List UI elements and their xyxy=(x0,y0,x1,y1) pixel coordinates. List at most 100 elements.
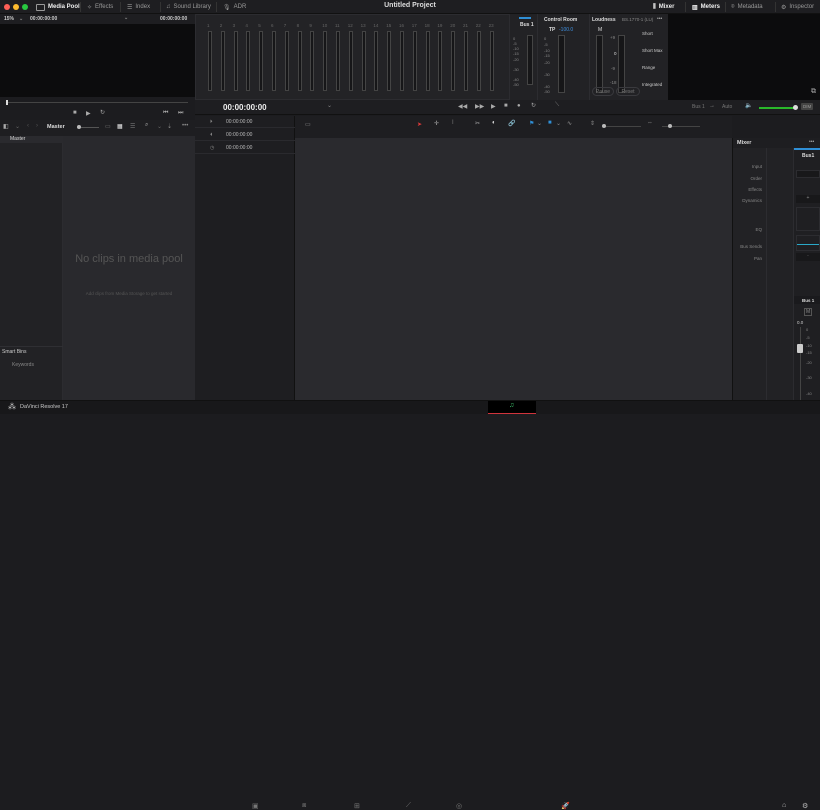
track-view-icon[interactable]: ▭ xyxy=(305,121,311,128)
chevron-down-icon[interactable]: ⌄ xyxy=(537,120,542,127)
automation-icon[interactable]: ⟍ xyxy=(555,102,559,109)
page-cut-icon[interactable]: ⧈ xyxy=(302,802,306,810)
page-fusion-icon[interactable]: ⟋ xyxy=(406,802,411,810)
smart-bin-keywords[interactable]: Keywords xyxy=(12,362,34,368)
effects-button[interactable]: ✧ Effects xyxy=(87,2,113,12)
fast-forward-button[interactable]: ▶▶ xyxy=(475,103,484,110)
vertical-zoom-slider[interactable] xyxy=(603,126,641,127)
mute-icon[interactable]: M xyxy=(804,308,813,316)
stop-button[interactable]: ■ xyxy=(504,103,508,109)
metadata-button[interactable]: ⌾ Metadata xyxy=(731,2,763,12)
back-button[interactable]: ‹ xyxy=(27,123,29,129)
fader-handle[interactable] xyxy=(797,344,803,353)
pointer-tool-icon[interactable]: ➤ xyxy=(417,121,422,128)
thumbnail-view-icon[interactable]: ▦ xyxy=(117,123,123,130)
label: Inspector xyxy=(789,4,815,10)
edit-tool-icon[interactable]: I xyxy=(452,120,454,126)
pause-button[interactable]: Pause xyxy=(592,87,614,96)
slider-handle[interactable] xyxy=(77,125,81,129)
automation-mode[interactable]: Auto xyxy=(722,104,732,110)
rewind-button[interactable]: ◀◀ xyxy=(458,103,467,110)
settings-icon[interactable]: ⚙ xyxy=(802,802,808,810)
channel-meter xyxy=(259,31,264,91)
chevron-down-icon[interactable]: ⌄ xyxy=(556,120,561,127)
chevron-down-icon[interactable]: ⌄ xyxy=(157,123,162,130)
play-button[interactable]: ▶ xyxy=(491,103,496,110)
input-slot[interactable] xyxy=(796,170,820,178)
timeline-tracks[interactable] xyxy=(295,138,732,400)
clip-dropdown[interactable]: ⌄ xyxy=(124,15,128,21)
dynamics-graph[interactable] xyxy=(796,207,820,231)
page-edit-icon[interactable]: ⊞ xyxy=(354,802,360,810)
prev-clip-button[interactable]: ⏮ xyxy=(163,110,168,117)
chevron-down-icon[interactable]: ⌄ xyxy=(15,123,20,130)
bus-output[interactable]: Bus 1 xyxy=(692,104,705,110)
horizontal-zoom-icon[interactable]: ⇔ xyxy=(647,120,653,126)
waveform-icon[interactable]: ∿ xyxy=(567,120,572,127)
page-fairlight-tab[interactable]: ♫ xyxy=(488,401,536,414)
link-icon[interactable]: 🔗 xyxy=(508,120,515,127)
scale-label: -18 xyxy=(610,80,617,85)
channel-meter xyxy=(272,31,276,91)
scale-label: 0 xyxy=(806,327,809,332)
mixer-label: Effects xyxy=(748,187,762,192)
sidebar-toggle-icon[interactable]: ◧ xyxy=(3,123,9,130)
record-button[interactable]: ● xyxy=(517,103,521,109)
slider-handle[interactable] xyxy=(668,124,672,128)
range-tool-icon[interactable]: ✛ xyxy=(434,120,439,127)
page-deliver-icon[interactable]: 🚀 xyxy=(561,802,570,810)
home-icon[interactable]: ⌂ xyxy=(782,802,786,809)
channel-meter xyxy=(297,31,302,91)
chevron-down-icon[interactable]: ⌄ xyxy=(19,16,23,22)
bin-list: Master Smart Bins Keywords xyxy=(0,136,63,400)
inspector-button[interactable]: ⚙ Inspector xyxy=(781,2,814,12)
snap-icon[interactable]: ◐ xyxy=(492,120,496,126)
reset-button[interactable]: Reset xyxy=(616,87,640,96)
razor-icon[interactable]: ✂ xyxy=(475,120,480,127)
scrubber[interactable] xyxy=(8,102,188,103)
add-effect-button[interactable]: + xyxy=(796,195,820,203)
channel-number: 16 xyxy=(399,23,405,28)
zoom-dropdown[interactable]: 15% xyxy=(4,16,14,22)
sound-library-button[interactable]: ♫ Sound Library xyxy=(166,2,211,12)
adr-button[interactable]: 🎙 ADR xyxy=(223,2,246,12)
fader-track[interactable] xyxy=(800,327,801,405)
more-icon[interactable]: ••• xyxy=(182,123,188,129)
timecode-dropdown[interactable]: ⌄ xyxy=(327,102,332,109)
list-view-icon[interactable]: ☰ xyxy=(130,123,135,130)
index-button[interactable]: ☰ Index xyxy=(127,2,150,12)
speaker-icon[interactable]: 🔈 xyxy=(745,102,752,109)
sort-icon[interactable]: ⇣ xyxy=(167,123,172,130)
minimize-window-button[interactable] xyxy=(13,4,19,10)
pip-icon[interactable]: ⧉ xyxy=(811,88,816,96)
volume-handle[interactable] xyxy=(793,105,798,110)
eq-graph[interactable] xyxy=(796,235,820,251)
loop-button[interactable]: ↻ xyxy=(100,109,105,116)
mixer-more-button[interactable]: ••• xyxy=(809,139,814,145)
volume-slider[interactable] xyxy=(759,107,795,109)
slider-handle[interactable] xyxy=(602,124,606,128)
range-label: Range xyxy=(642,65,656,70)
page-media-icon[interactable]: ▣ xyxy=(252,802,259,810)
flag-icon[interactable]: ⚑ xyxy=(529,120,534,127)
mixer-button[interactable]: ⫼ Mixer xyxy=(653,2,674,12)
loudness-more-button[interactable]: ••• xyxy=(657,16,662,22)
page-color-icon[interactable]: ◎ xyxy=(456,802,462,810)
maximize-window-button[interactable] xyxy=(22,4,28,10)
next-clip-button[interactable]: ⏭ xyxy=(178,110,183,117)
close-window-button[interactable] xyxy=(4,4,10,10)
marker-icon[interactable]: ■ xyxy=(548,120,552,126)
playhead[interactable] xyxy=(6,100,8,105)
stop-button[interactable]: ■ xyxy=(73,110,77,116)
vertical-zoom-icon[interactable]: ⇕ xyxy=(590,120,595,127)
play-button[interactable]: ▶ xyxy=(86,110,91,117)
dim-button[interactable]: DIM xyxy=(801,103,814,110)
search-icon[interactable]: ⌕ xyxy=(145,122,148,129)
forward-button[interactable]: › xyxy=(36,123,38,129)
bin-item-master[interactable]: Master xyxy=(0,136,63,143)
loop-button[interactable]: ↻ xyxy=(531,102,536,109)
meters-button[interactable]: ▥ Meters xyxy=(692,2,720,12)
metadata-view-icon[interactable]: ▭ xyxy=(105,123,111,130)
media-pool-button[interactable]: Media Pool xyxy=(36,2,80,12)
bus-sends-slot[interactable]: - xyxy=(796,253,820,261)
